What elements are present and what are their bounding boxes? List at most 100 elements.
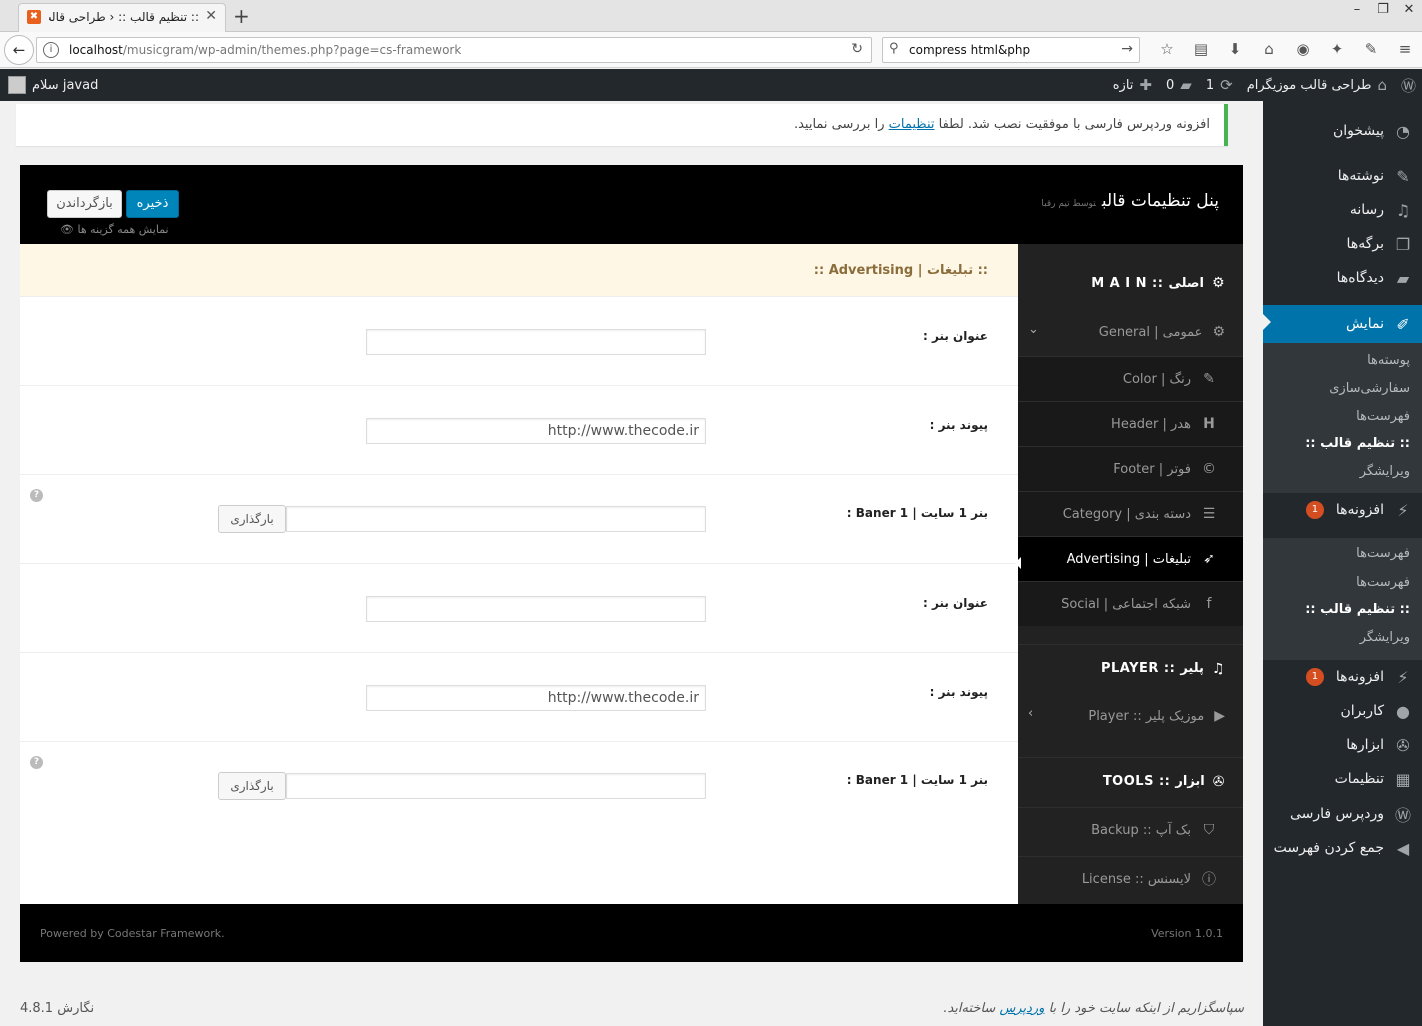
home-icon[interactable]: ⌂ xyxy=(1252,40,1286,58)
nav-license[interactable]: License :: لایسنس ⓘ xyxy=(1018,856,1243,901)
comments-link[interactable]: ▰ 0 xyxy=(1166,76,1192,94)
list-icon: ☰ xyxy=(1202,506,1216,522)
submenu-themes[interactable]: پوسته‌ها xyxy=(1263,347,1422,375)
nav-category[interactable]: Category | دسته بندی ☰ xyxy=(1018,491,1243,536)
submenu-editor-2[interactable]: ویرایشگر xyxy=(1263,624,1422,652)
nav-color[interactable]: Color | رنگ ✎ xyxy=(1018,356,1243,401)
wp-admin-bar: Ⓦ ⌂ طراحی قالب موزیگرام ⟳ 1 ▰ 0 ✚ تازه سلام … xyxy=(0,69,1422,101)
nav-group-main[interactable]: M A I N :: اصلی ⚙ xyxy=(1018,259,1243,307)
menu-plugins-2[interactable]: 1 افزونه‌ها ⚡ xyxy=(1263,660,1422,694)
show-all-options-link[interactable]: نمایش همه گزینه ها 👁 xyxy=(60,223,169,236)
banner-link-input-1[interactable] xyxy=(366,418,706,444)
banner-title-input-1[interactable] xyxy=(366,329,706,355)
menu-collapse[interactable]: جمع کردن فهرست ◀ xyxy=(1263,831,1422,865)
updates-link[interactable]: ⟳ 1 xyxy=(1206,76,1233,94)
submenu-menus[interactable]: فهرست‌ها xyxy=(1263,403,1422,431)
info-icon[interactable]: i xyxy=(43,42,59,58)
pages-icon: ❐ xyxy=(1395,234,1411,254)
nav-backup[interactable]: Backup :: بک آپ ⛉ xyxy=(1018,807,1243,852)
menu-pages[interactable]: برگه‌ها ❐ xyxy=(1263,227,1422,261)
appearance-icon: ✐ xyxy=(1396,314,1410,334)
browser-tab[interactable]: ✖ :: تنظیم قالب :: ‹ طراحی قالب ✕ xyxy=(18,3,226,32)
xampp-icon: ✖ xyxy=(27,10,41,24)
upload-button-2[interactable]: بارگذاری xyxy=(218,772,286,800)
reset-button[interactable]: بازگرداندن xyxy=(47,190,122,218)
minimize-icon[interactable]: – xyxy=(1344,0,1370,22)
account-link[interactable]: سلام javad xyxy=(8,69,98,101)
gear-icon: ⚙ xyxy=(1212,324,1225,340)
notice-settings-link[interactable]: تنظیمات xyxy=(889,117,935,132)
plugins-submenu: فهرست‌ها فهرست‌ها :: تنظیم قالب :: ویرای… xyxy=(1263,538,1422,660)
field-banner-link-1: پیوند بنر : xyxy=(20,386,1018,475)
menu-users[interactable]: کاربران ● xyxy=(1263,694,1422,728)
nav-general[interactable]: ⌄ General | عمومی ⚙ xyxy=(1018,308,1243,356)
plugins-icon: ⚡ xyxy=(1397,667,1409,687)
tool-icon[interactable]: ✎ xyxy=(1354,40,1388,58)
menu-media[interactable]: رسانه ♫ xyxy=(1263,193,1422,227)
menu-plugins[interactable]: 1 افزونه‌ها ⚡ xyxy=(1263,493,1422,527)
back-icon[interactable]: ← xyxy=(4,35,34,65)
reload-icon[interactable]: ↻ xyxy=(851,41,863,57)
submenu-editor[interactable]: ویرایشگر xyxy=(1263,458,1422,486)
search-bar[interactable]: ⚲ compress html&php → xyxy=(882,37,1140,63)
menu-appearance[interactable]: نمایش ✐ xyxy=(1263,305,1422,343)
music-icon: ♫ xyxy=(1211,660,1225,677)
menu-tools[interactable]: ابزارها ✇ xyxy=(1263,728,1422,762)
nav-player[interactable]: ‹ Player :: موزیک پلیر ▶ xyxy=(1018,692,1243,740)
download-icon[interactable]: ⬇ xyxy=(1218,40,1252,58)
search-go-icon[interactable]: → xyxy=(1121,41,1133,57)
plugins-icon: ⚡ xyxy=(1397,500,1409,520)
nav-header[interactable]: Header | هدر H xyxy=(1018,401,1243,446)
reading-list-icon[interactable]: ▤ xyxy=(1184,40,1218,58)
new-tab-icon[interactable]: + xyxy=(233,4,250,28)
url-text[interactable]: localhost/musicgram/wp-admin/themes.php?… xyxy=(69,43,461,57)
wordpress-link[interactable]: وردپرس xyxy=(999,1001,1044,1016)
menu-settings[interactable]: تنظیمات ▦ xyxy=(1263,762,1422,796)
pocket-icon[interactable]: ◉ xyxy=(1286,40,1320,58)
wp-logo-icon[interactable]: Ⓦ xyxy=(1401,75,1416,96)
submenu-theme-settings-2[interactable]: :: تنظیم قالب :: xyxy=(1263,596,1422,624)
cs-framework-panel: پنل تنظیمات قالبتوسط تیم رقبا ذخیره بازگ… xyxy=(20,165,1243,962)
submenu-theme-settings[interactable]: :: تنظیم قالب :: xyxy=(1263,430,1422,458)
upload-button-1[interactable]: بارگذاری xyxy=(218,505,286,533)
close-tab-icon[interactable]: ✕ xyxy=(205,8,217,24)
close-window-icon[interactable]: ✕ xyxy=(1396,0,1422,22)
site-name-link[interactable]: ⌂ طراحی قالب موزیگرام xyxy=(1247,76,1387,94)
banner-upload-input-2[interactable] xyxy=(286,773,706,799)
save-button[interactable]: ذخیره xyxy=(126,190,179,218)
search-input[interactable]: compress html&php xyxy=(909,43,1030,57)
nav-group-player[interactable]: PLAYER :: پلیر ♫ xyxy=(1018,644,1243,692)
wrench-icon: ✇ xyxy=(1212,773,1225,790)
media-icon: ♫ xyxy=(1395,200,1411,220)
submenu-menus-3[interactable]: فهرست‌ها xyxy=(1263,569,1422,597)
help-icon[interactable]: ? xyxy=(30,756,43,769)
bookmark-star-icon[interactable]: ☆ xyxy=(1150,40,1184,58)
active-menu-arrow xyxy=(1262,313,1271,331)
new-content-link[interactable]: ✚ تازه xyxy=(1113,76,1152,94)
plus-icon: ✚ xyxy=(1139,76,1152,94)
url-bar[interactable]: i localhost/musicgram/wp-admin/themes.ph… xyxy=(36,37,872,63)
menu-dashboard[interactable]: پیشخوان ◔ xyxy=(1263,114,1422,148)
menu-comments[interactable]: دیدگاه‌ها ▰ xyxy=(1263,261,1422,295)
submenu-menus-2[interactable]: فهرست‌ها xyxy=(1263,540,1422,568)
collapse-icon: ◀ xyxy=(1396,838,1410,858)
banner-upload-input-1[interactable] xyxy=(286,506,706,532)
nav-footer[interactable]: Footer | فوتر © xyxy=(1018,446,1243,491)
menu-posts[interactable]: نوشته‌ها ✎ xyxy=(1263,159,1422,193)
extension-icon[interactable]: ✦ xyxy=(1320,40,1354,58)
brush-icon: ✎ xyxy=(1203,371,1215,387)
submenu-customize[interactable]: سفارشی‌سازی xyxy=(1263,375,1422,403)
nav-social[interactable]: Social | شبکه اجتماعی f xyxy=(1018,581,1243,626)
menu-icon[interactable]: ≡ xyxy=(1388,40,1422,58)
restore-icon[interactable]: ❐ xyxy=(1370,0,1396,22)
nav-group-tools[interactable]: TOOLS :: ابزار ✇ xyxy=(1018,757,1243,805)
wordpress-icon: Ⓦ xyxy=(1394,806,1411,825)
panel-header: پنل تنظیمات قالبتوسط تیم رقبا ذخیره بازگ… xyxy=(20,165,1243,244)
home-icon: ⌂ xyxy=(1377,76,1387,94)
banner-link-input-2[interactable] xyxy=(366,685,706,711)
help-icon[interactable]: ? xyxy=(30,489,43,502)
menu-wp-fa[interactable]: وردپرس فارسی Ⓦ xyxy=(1263,797,1422,831)
play-icon: ▶ xyxy=(1214,708,1225,724)
nav-advertising[interactable]: Advertising | تبلیغات ➶ xyxy=(1018,536,1243,581)
banner-title-input-2[interactable] xyxy=(366,596,706,622)
